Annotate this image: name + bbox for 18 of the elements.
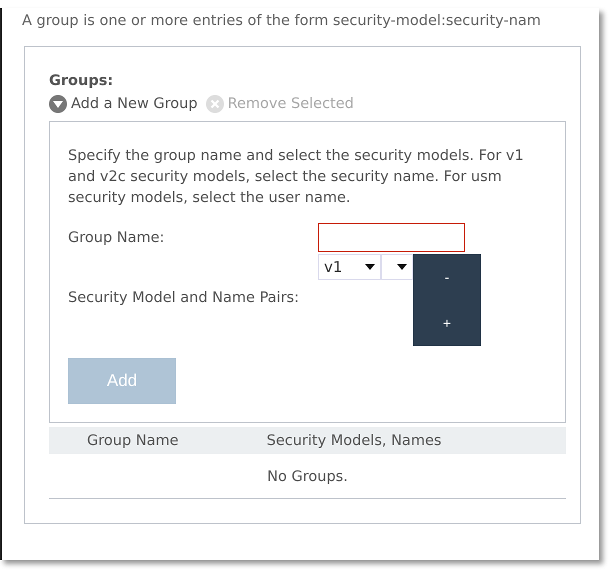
column-header: Group Name <box>86 432 180 448</box>
expand-icon <box>49 95 67 113</box>
remove-icon <box>206 95 224 113</box>
name-select[interactable] <box>381 254 413 280</box>
caret-icon <box>365 264 375 270</box>
section-title: Groups: <box>49 73 114 89</box>
description-text: Specify the group name and select the security models. For v1 and v2c security models, select the security name. For usm security models, select the user name. <box>68 147 525 208</box>
add-pair-button[interactable]: + <box>413 300 481 346</box>
remove-pair-button[interactable]: - <box>413 254 481 300</box>
model-select[interactable]: v1 <box>318 254 381 280</box>
empty-message: No Groups. <box>267 469 348 485</box>
add-link[interactable]: Add a New Group <box>49 95 198 113</box>
column-header: Security Models, Names <box>266 432 442 448</box>
field-label: Group Name: <box>68 230 166 246</box>
group-name-field[interactable] <box>318 223 465 252</box>
intro-text: A group is one or more entries of the form security-model:security-nam <box>22 12 542 31</box>
caret-icon <box>397 264 407 270</box>
field-label: Security Model and Name Pairs: <box>68 290 300 306</box>
